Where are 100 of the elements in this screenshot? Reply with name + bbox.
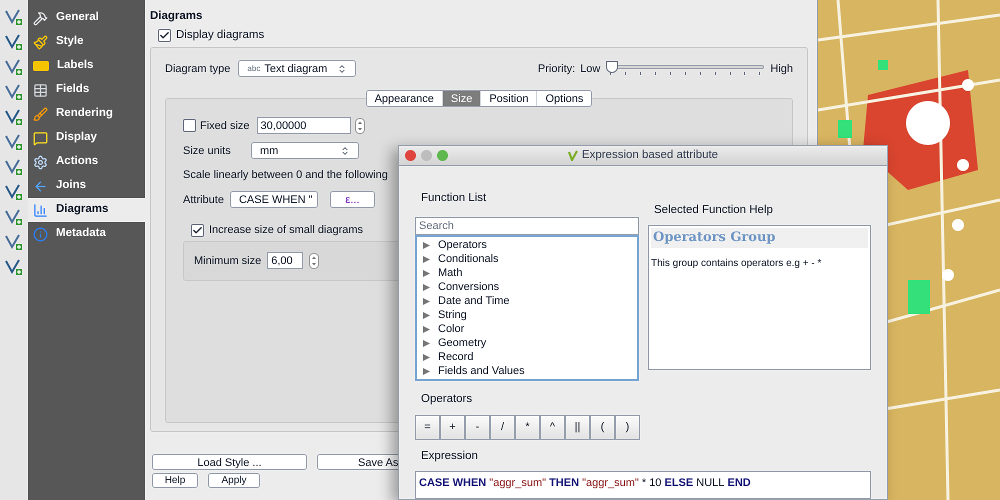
expander-arrow-icon[interactable] [423, 298, 430, 305]
add-layer-icon[interactable] [4, 233, 24, 251]
expression-button[interactable]: ε... [330, 191, 375, 208]
label-tag-icon [33, 61, 49, 71]
sidebar-item[interactable]: General [28, 6, 145, 30]
checkbox[interactable] [191, 224, 204, 237]
tab[interactable]: Options [536, 91, 592, 106]
sidebar-item[interactable]: Joins [28, 174, 145, 198]
bar-chart-icon [33, 202, 48, 218]
info-icon [33, 226, 48, 242]
window-title: Expression based attribute [582, 148, 718, 163]
priority-slider[interactable] [606, 60, 764, 77]
sidebar-item[interactable]: Labels [28, 54, 145, 78]
brush-icon [33, 106, 48, 122]
operator-button[interactable]: = [415, 414, 440, 440]
slider-max-label: High [770, 62, 793, 76]
function-group-item[interactable]: String [417, 308, 637, 322]
checkbox-label: Display diagrams [176, 28, 264, 43]
operator-button[interactable]: ^ [540, 414, 565, 440]
type-icon: abc [247, 62, 260, 75]
add-layer-icon[interactable] [4, 33, 24, 51]
expander-arrow-icon[interactable] [423, 326, 430, 333]
operator-button[interactable]: ( [590, 414, 615, 440]
add-layer-icon[interactable] [4, 133, 24, 151]
slider-thumb[interactable] [606, 60, 618, 73]
spinner-arrows-icon[interactable] [309, 252, 320, 269]
function-group-item[interactable]: Math [417, 266, 637, 280]
help-button[interactable]: Help [152, 473, 198, 488]
function-group-item[interactable]: Conditionals [417, 252, 637, 266]
expander-arrow-icon[interactable] [423, 340, 430, 347]
function-group-item[interactable]: Conversions [417, 280, 637, 294]
add-layer-icon[interactable] [4, 108, 24, 126]
help-text: This group contains operators e.g + - * [651, 256, 822, 271]
function-group-item[interactable]: Record [417, 350, 637, 364]
checkbox[interactable] [183, 119, 196, 132]
sidebar-item[interactable]: Style [28, 30, 145, 54]
speech-bubble-icon [33, 130, 48, 146]
fixed-size-input[interactable]: 30,00000 [256, 117, 351, 134]
sidebar-item[interactable]: Fields [28, 78, 145, 102]
gear-icon [33, 154, 48, 170]
add-layer-icon[interactable] [4, 83, 24, 101]
help-title: Operators Group [651, 228, 868, 248]
sidebar-item[interactable]: Metadata [28, 222, 145, 246]
function-group-item[interactable]: Fields and Values [417, 364, 637, 378]
expander-arrow-icon[interactable] [423, 312, 430, 319]
sidebar-item[interactable]: Display [28, 126, 145, 150]
expander-arrow-icon[interactable] [423, 284, 430, 291]
diagram-type-select[interactable]: abc Text diagram [238, 60, 356, 78]
operator-button[interactable]: || [565, 414, 590, 440]
function-group-item[interactable]: Color [417, 322, 637, 336]
field-label: Priority: [538, 62, 576, 76]
add-layer-icon[interactable] [4, 8, 24, 26]
expression-text: CASE WHEN "aggr_sum" THEN "aggr_sum" * 10 ELSE NULL END [419, 476, 751, 489]
dropdown-caret-icon [340, 146, 350, 156]
operator-button[interactable]: + [440, 414, 465, 440]
minimum-size-input[interactable]: 6,00 [267, 252, 304, 270]
checkbox[interactable] [158, 29, 171, 42]
section-title: Diagrams [150, 9, 204, 23]
slider-min-label: Low [580, 62, 600, 76]
operator-button[interactable]: / [490, 414, 515, 440]
section-label: Operators [421, 392, 474, 408]
checkbox-label: Fixed size [200, 118, 250, 134]
apply-button[interactable]: Apply [208, 473, 260, 488]
section-label: Selected Function Help [654, 203, 774, 218]
expander-arrow-icon[interactable] [423, 270, 430, 277]
add-layer-icon[interactable] [4, 58, 24, 76]
scale-description: Scale linearly between 0 and the following [183, 168, 389, 184]
tab[interactable]: Position [480, 91, 536, 106]
field-label: Diagram type [165, 62, 230, 76]
function-group-item[interactable]: Geometry [417, 336, 637, 350]
field-label: Size units [183, 144, 232, 158]
expander-arrow-icon[interactable] [423, 354, 430, 361]
function-group-item[interactable]: Operators [417, 238, 637, 252]
paintbrush-icon [33, 34, 48, 50]
field-label: Minimum size [194, 254, 262, 268]
add-layer-icon[interactable] [4, 208, 24, 226]
expander-arrow-icon[interactable] [423, 242, 430, 249]
sidebar-item[interactable]: Diagrams [28, 198, 145, 222]
expression-editor[interactable]: CASE WHEN "aggr_sum" THEN "aggr_sum" * 10 ELSE NULL END [415, 470, 871, 499]
load-style-button[interactable]: Load Style ... [152, 454, 307, 470]
add-layer-icon[interactable] [4, 158, 24, 176]
attribute-select[interactable]: CASE WHEN " [230, 191, 318, 208]
tab[interactable]: Size [442, 91, 480, 106]
size-units-select[interactable]: mm [251, 142, 359, 160]
table-icon [33, 82, 48, 98]
operator-button[interactable]: - [465, 414, 490, 440]
close-button[interactable] [405, 150, 416, 161]
search-field[interactable]: Search [415, 217, 639, 236]
add-layer-icon[interactable] [4, 183, 24, 201]
function-group-item[interactable]: Date and Time [417, 294, 637, 308]
dropdown-caret-icon [337, 64, 348, 74]
expander-arrow-icon[interactable] [423, 256, 430, 263]
sidebar-item[interactable]: Actions [28, 150, 145, 174]
operator-button[interactable]: ) [615, 414, 640, 440]
expander-arrow-icon[interactable] [423, 368, 430, 375]
operator-button[interactable]: * [515, 414, 540, 440]
add-layer-icon[interactable] [4, 258, 24, 276]
sidebar-item[interactable]: Rendering [28, 102, 145, 126]
section-label: Function List [421, 191, 488, 206]
spinner-arrows-icon[interactable] [354, 118, 365, 134]
